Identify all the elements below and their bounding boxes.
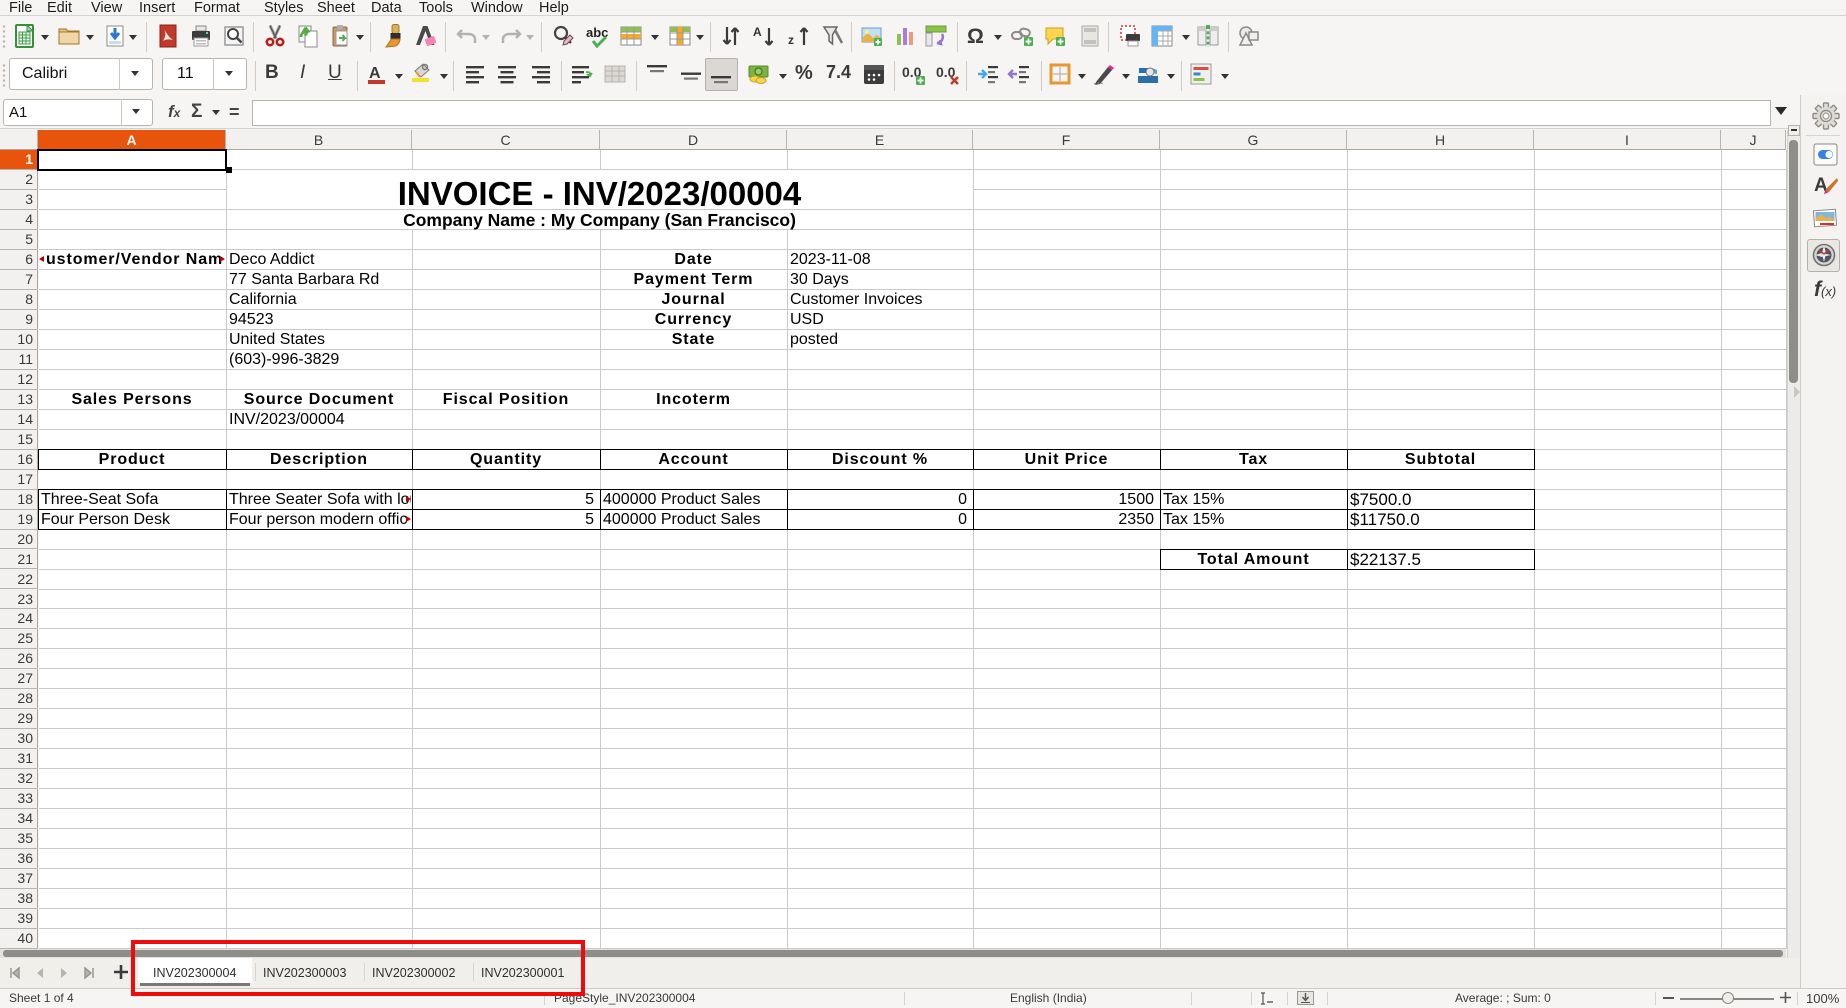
svg-text:A: A xyxy=(369,65,381,82)
svg-text:A: A xyxy=(753,25,762,39)
svg-text:Ω: Ω xyxy=(967,25,984,48)
svg-text:z: z xyxy=(788,33,794,47)
